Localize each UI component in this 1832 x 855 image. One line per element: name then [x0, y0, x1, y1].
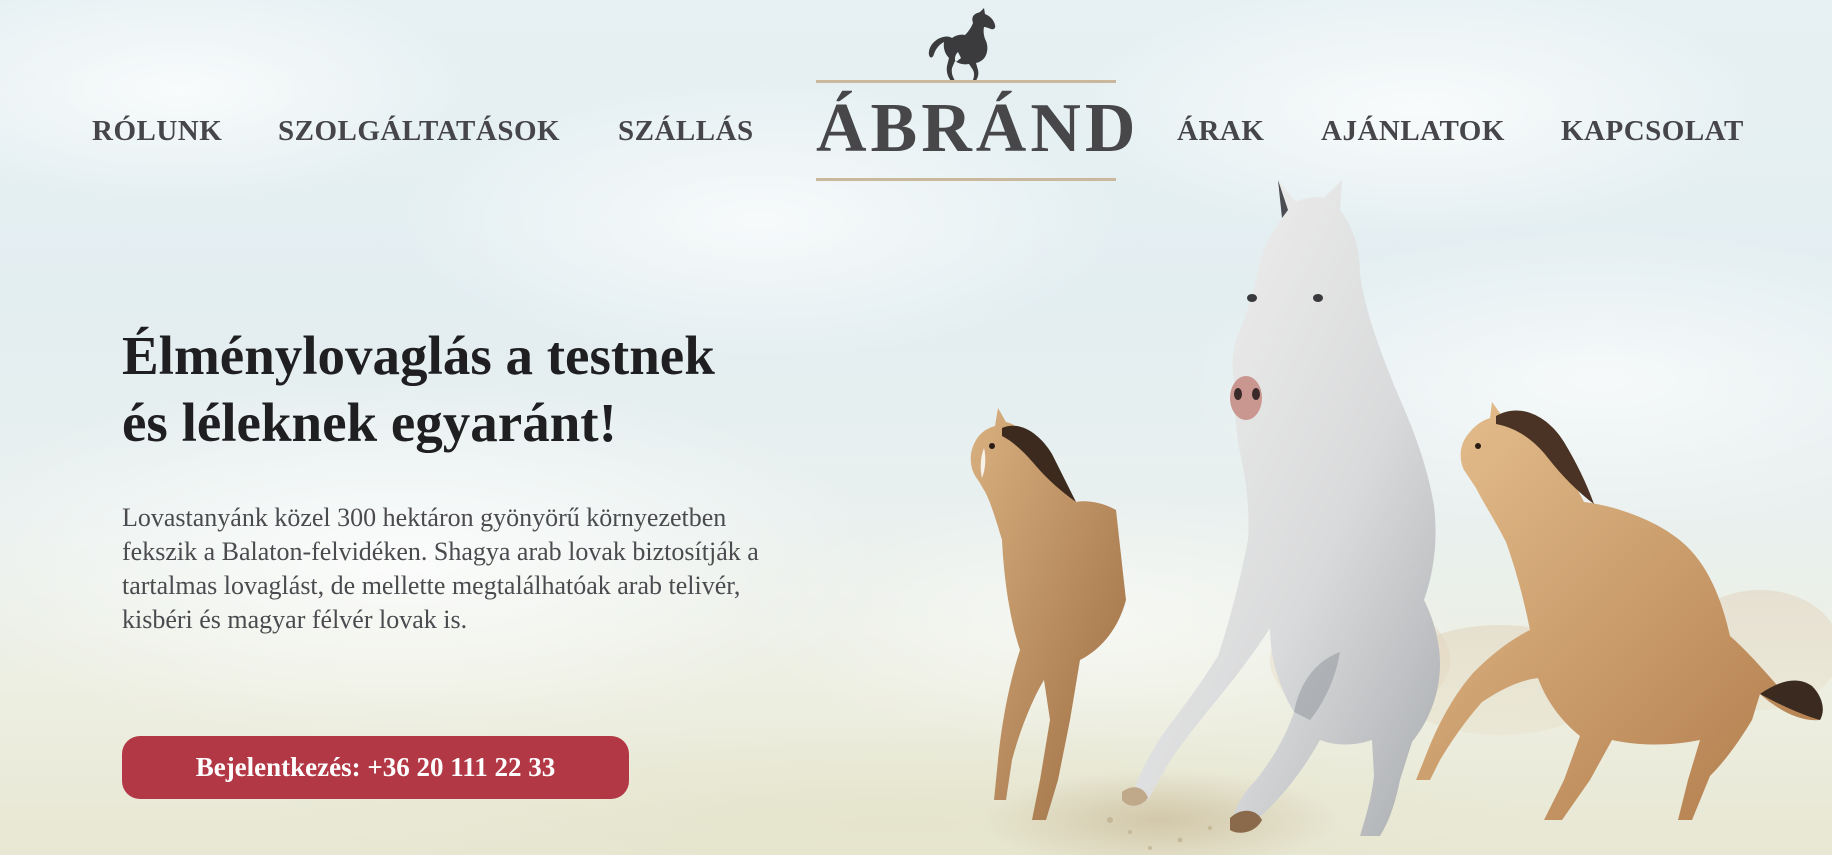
- booking-phone-button[interactable]: Bejelentkezés: +36 20 111 22 33: [122, 736, 629, 799]
- hero-title: Élménylovaglás a testnek és léleknek egy…: [122, 322, 715, 456]
- hero-title-line: Élménylovaglás a testnek: [122, 325, 715, 386]
- hero-description: Lovastanyánk közel 300 hektáron gyönyörű…: [122, 501, 882, 637]
- rearing-horse-icon: [928, 8, 996, 82]
- hero-description-line: fekszik a Balaton-felvidéken. Shagya ara…: [122, 537, 759, 566]
- hero-description-line: tartalmas lovaglást, de mellette megtalá…: [122, 571, 741, 600]
- nav-item-kapcsolat[interactable]: KAPCSOLAT: [1561, 117, 1744, 146]
- hero-title-line: és léleknek egyaránt!: [122, 392, 617, 453]
- galloping-horses-image: [970, 180, 1832, 855]
- nav-item-szallas[interactable]: SZÁLLÁS: [618, 117, 754, 146]
- hero-description-line: Lovastanyánk közel 300 hektáron gyönyörű…: [122, 503, 727, 532]
- nav-item-arak[interactable]: ÁRAK: [1177, 117, 1264, 146]
- logo-wordmark: ÁBRÁND: [816, 90, 1140, 167]
- nav-item-ajanlatok[interactable]: AJÁNLATOK: [1321, 117, 1505, 146]
- logo-top-rule: [816, 80, 1116, 83]
- nav-item-rolunk[interactable]: RÓLUNK: [92, 117, 222, 146]
- site-logo[interactable]: ÁBRÁND: [816, 8, 1140, 183]
- hero-description-line: kisbéri és magyar félvér lovak is.: [122, 605, 468, 634]
- nav-item-szolgaltatasok[interactable]: SZOLGÁLTATÁSOK: [278, 117, 560, 146]
